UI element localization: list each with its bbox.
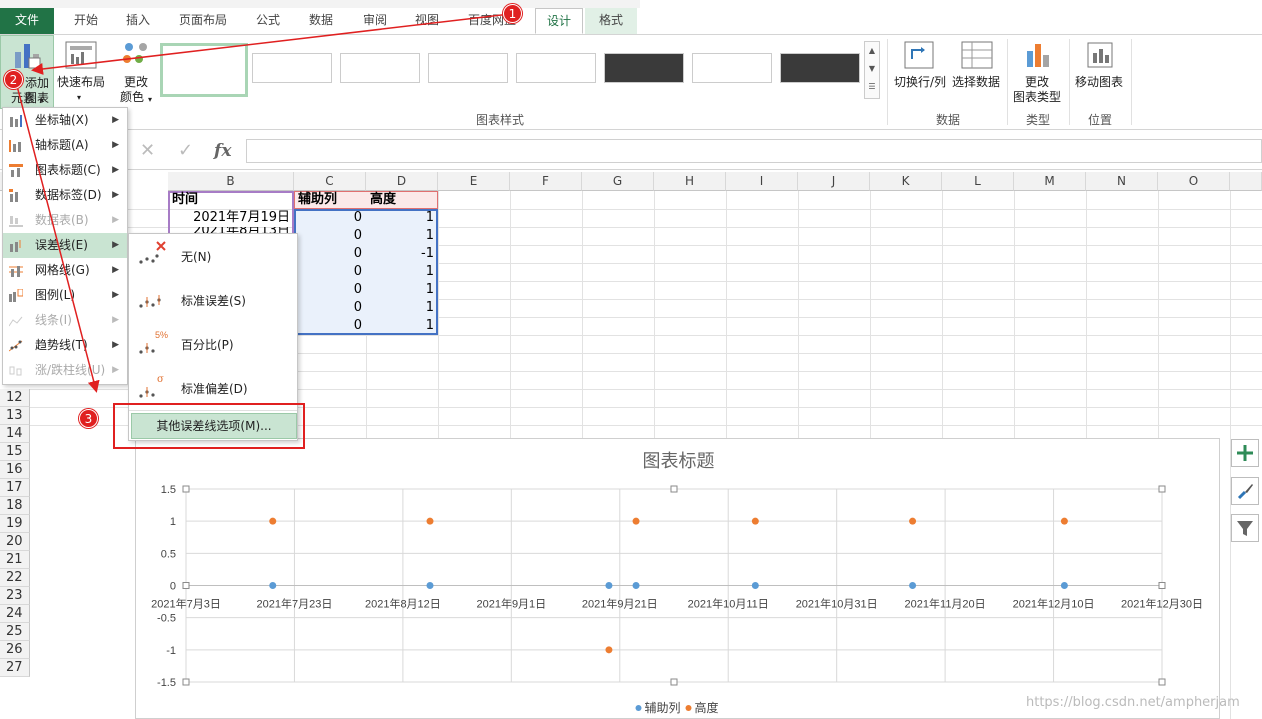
annotation-arrows: [15, 13, 511, 393]
annotation-marker-2: 2: [4, 70, 23, 89]
annotation-highlight-box: [113, 403, 305, 449]
annotation-marker-3: 3: [79, 409, 98, 428]
annotation-arrow-2: [15, 81, 100, 393]
annotation-arrow-1: [31, 13, 511, 75]
annotation-marker-1: 1: [503, 4, 522, 23]
